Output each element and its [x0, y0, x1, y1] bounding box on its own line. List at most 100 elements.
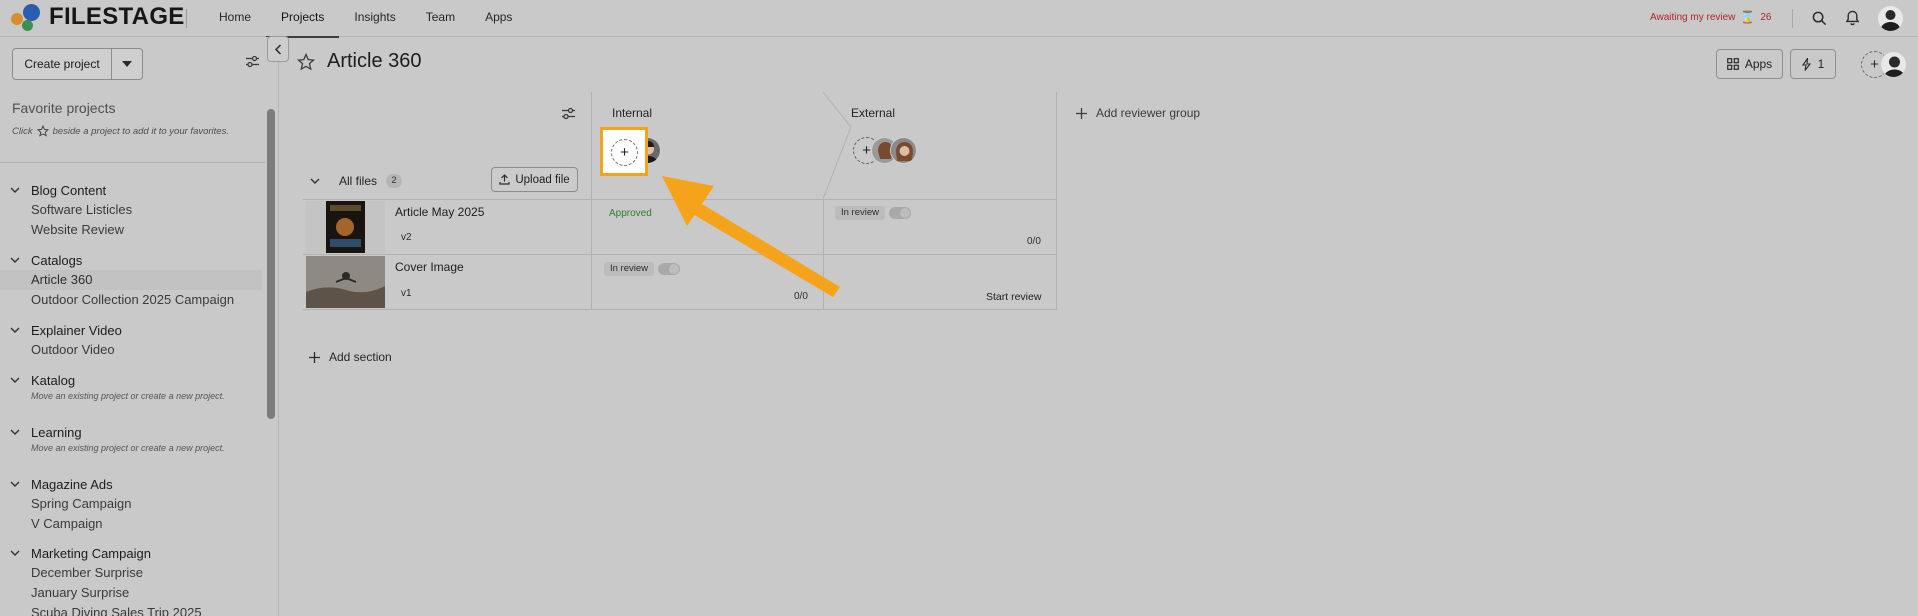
- hourglass-icon: ⌛: [1740, 10, 1756, 24]
- group-header-marketing-campaign[interactable]: Marketing Campaign: [0, 543, 262, 563]
- chevron-down-icon[interactable]: [112, 49, 142, 79]
- project-item-selected[interactable]: Article 360: [0, 270, 262, 290]
- plus-icon: [1076, 107, 1087, 119]
- project-group: Catalogs Article 360 Outdoor Collection …: [0, 250, 262, 310]
- chevron-down-icon: [10, 187, 22, 193]
- review-toggle[interactable]: [658, 263, 680, 275]
- add-internal-reviewer-button[interactable]: +: [611, 139, 638, 166]
- chevron-down-icon: [10, 327, 22, 333]
- project-item[interactable]: December Surprise: [0, 563, 262, 583]
- add-reviewer-group-label: Add reviewer group: [1096, 106, 1201, 120]
- project-item[interactable]: January Surprise: [0, 583, 262, 603]
- review-toggle[interactable]: [889, 207, 911, 219]
- filestage-logo[interactable]: FILESTAGE: [11, 3, 185, 31]
- add-reviewer-group-button[interactable]: Add reviewer group: [1076, 106, 1200, 120]
- group-name: Learning: [31, 424, 82, 440]
- reviewer-group-external[interactable]: External: [851, 106, 895, 120]
- awaiting-review-label: Awaiting my review: [1650, 11, 1736, 23]
- create-project-button[interactable]: Create project: [12, 48, 143, 80]
- apps-label: Apps: [1744, 57, 1773, 71]
- bell-icon[interactable]: [1842, 8, 1862, 28]
- group-header-explainer-video[interactable]: Explainer Video: [0, 320, 262, 340]
- group-header-magazine-ads[interactable]: Magazine Ads: [0, 474, 262, 494]
- group-header-catalogs[interactable]: Catalogs: [0, 250, 262, 270]
- chevron-down-icon: [10, 481, 22, 487]
- user-avatar[interactable]: [1878, 6, 1903, 31]
- project-group: Learning Move an existing project or cre…: [0, 422, 262, 456]
- star-icon[interactable]: [297, 52, 315, 71]
- group-name: Katalog: [31, 372, 76, 388]
- top-bar: FILESTAGE Home Projects Insights Team Ap…: [0, 0, 1918, 38]
- logo-text: FILESTAGE: [49, 3, 185, 30]
- group-name: Magazine Ads: [31, 476, 113, 492]
- group-header-learning[interactable]: Learning: [0, 422, 262, 442]
- file-version[interactable]: v1: [401, 288, 412, 299]
- chevron-down-icon: [10, 550, 22, 556]
- nav-projects[interactable]: Projects: [266, 0, 340, 38]
- create-project-label: Create project: [13, 49, 112, 79]
- section-header[interactable]: All files 2: [310, 174, 403, 188]
- status-badge[interactable]: In review: [835, 206, 886, 220]
- project-item[interactable]: Outdoor Collection 2025 Campaign: [0, 290, 262, 310]
- file-name[interactable]: Article May 2025: [395, 205, 484, 219]
- divider: [303, 199, 1056, 200]
- start-review-button[interactable]: Start review: [986, 291, 1041, 303]
- file-name[interactable]: Cover Image: [395, 260, 464, 274]
- project-item[interactable]: Spring Campaign: [0, 494, 262, 514]
- project-item[interactable]: Software Listicles: [0, 200, 262, 220]
- upload-file-button[interactable]: Upload file: [491, 167, 578, 192]
- comment-count: 0/0: [1027, 236, 1041, 247]
- filter-sliders-icon[interactable]: [245, 55, 260, 71]
- file-version[interactable]: v2: [401, 232, 412, 243]
- status-approved[interactable]: Approved: [609, 208, 652, 219]
- section-name: All files: [339, 174, 378, 188]
- nav-apps[interactable]: Apps: [470, 0, 527, 37]
- group-header-katalog[interactable]: Katalog: [0, 370, 262, 390]
- group-empty-hint: Move an existing project or create a new…: [31, 391, 225, 401]
- project-item[interactable]: V Campaign: [0, 514, 262, 534]
- section-count: 2: [386, 174, 403, 188]
- add-section-label: Add section: [329, 350, 392, 364]
- project-group: Katalog Move an existing project or crea…: [0, 370, 262, 404]
- nav-home[interactable]: Home: [204, 0, 266, 37]
- nav-team[interactable]: Team: [411, 0, 470, 37]
- lightning-icon: [1801, 57, 1811, 71]
- project-item[interactable]: Website Review: [0, 220, 262, 240]
- awaiting-review-link[interactable]: Awaiting my review ⌛ 26: [1650, 10, 1771, 24]
- reviewer-group-internal[interactable]: Internal: [612, 106, 652, 120]
- star-icon: [36, 125, 49, 137]
- group-empty-hint: Move an existing project or create a new…: [31, 443, 225, 453]
- page-title: Article 360: [327, 50, 422, 72]
- collapse-sidebar-button[interactable]: [267, 36, 289, 62]
- sidebar: Create project Favorite projects Click b…: [0, 37, 279, 616]
- chevron-down-icon: [10, 429, 22, 435]
- reviewer-avatar[interactable]: [890, 137, 917, 164]
- project-group: Blog Content Software Listicles Website …: [0, 180, 262, 240]
- automations-button[interactable]: 1: [1790, 49, 1836, 79]
- search-icon[interactable]: [1809, 8, 1829, 28]
- member-avatar[interactable]: [1880, 51, 1907, 78]
- group-name: Marketing Campaign: [31, 545, 151, 561]
- sidebar-scrollbar[interactable]: [267, 109, 275, 419]
- group-header-blog-content[interactable]: Blog Content: [0, 180, 262, 200]
- page-title-row: Article 360: [297, 50, 422, 73]
- awaiting-review-count: 26: [1760, 11, 1772, 23]
- divider: [303, 254, 1056, 255]
- sliders-icon[interactable]: [561, 107, 576, 123]
- add-section-button[interactable]: Add section: [309, 350, 392, 364]
- file-thumbnail[interactable]: [306, 256, 385, 308]
- project-item[interactable]: Scuba Diving Sales Trip 2025: [0, 603, 262, 616]
- automations-count: 1: [1817, 57, 1825, 71]
- project-tree: Blog Content Software Listicles Website …: [0, 180, 262, 616]
- chevron-down-icon: [10, 257, 22, 263]
- divider: [1056, 92, 1057, 310]
- apps-button[interactable]: Apps: [1716, 49, 1783, 79]
- comment-count: 0/0: [794, 291, 808, 302]
- favorites-title: Favorite projects: [12, 100, 116, 116]
- file-thumbnail[interactable]: [306, 201, 385, 253]
- nav-insights[interactable]: Insights: [339, 0, 410, 37]
- chevron-down-icon: [310, 178, 320, 184]
- project-item[interactable]: Outdoor Video: [0, 340, 262, 360]
- upload-icon: [499, 174, 510, 185]
- status-badge[interactable]: In review: [604, 262, 655, 276]
